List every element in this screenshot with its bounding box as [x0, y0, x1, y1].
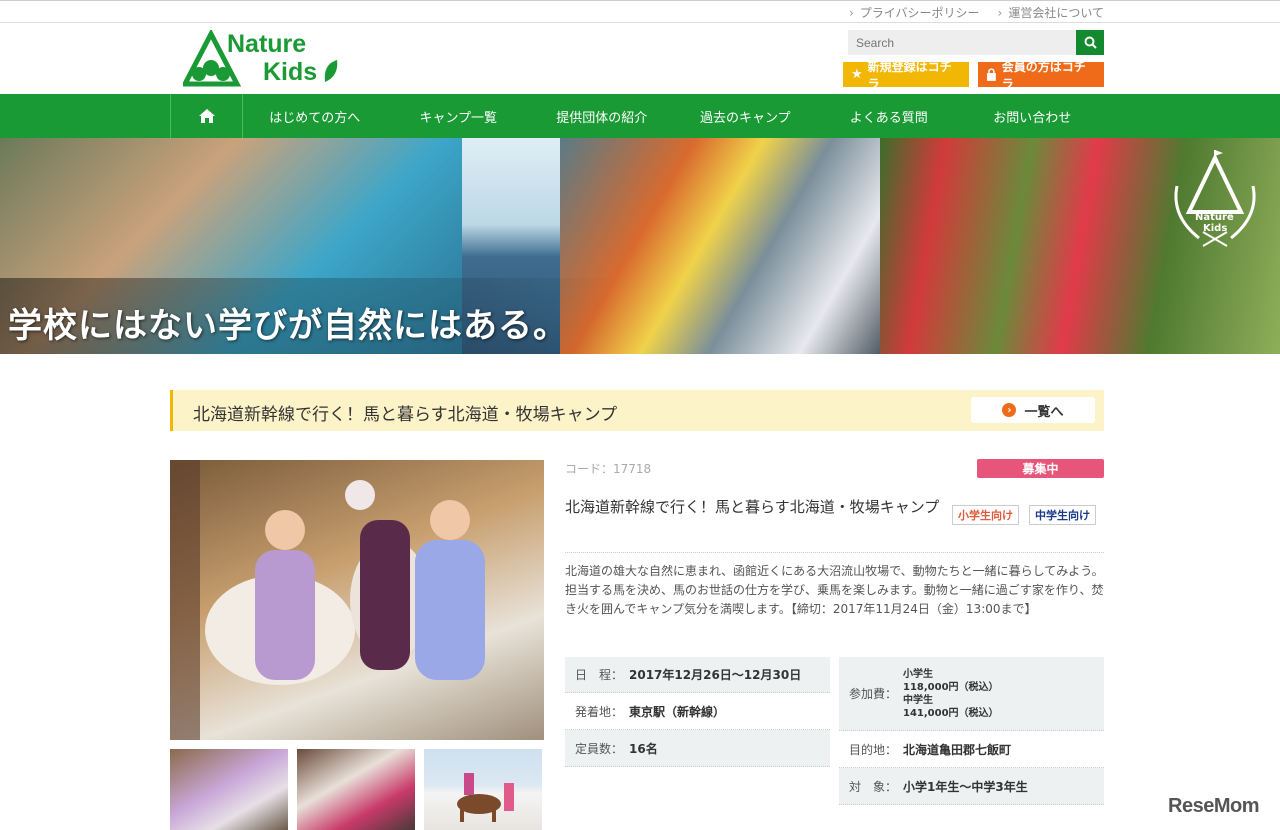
info-key: 日 程：: [575, 668, 624, 682]
company-info-link[interactable]: 運営会社について: [998, 4, 1104, 21]
back-to-list-button[interactable]: › 一覧へ: [971, 397, 1095, 423]
hero-banner: 学校にはない学びが自然にはある。 Nature Kids: [0, 138, 1280, 354]
utility-bar: プライバシーポリシー 運営会社について: [0, 0, 1280, 23]
logo-text-nature: Nature: [227, 30, 307, 58]
info-table-right: 参加費： 小学生 118,000円（税込） 中学生 141,000円（税込） 目…: [839, 657, 1104, 805]
info-value: 16名: [629, 741, 658, 756]
emblem-text-kids: Kids: [1203, 223, 1228, 234]
chevron-right-icon: ›: [1002, 403, 1017, 417]
header-buttons: ★ 新規登録はコチラ 会員の方はコチラ: [843, 60, 1104, 91]
divider: [565, 552, 1104, 553]
fee-elementary: 118,000円（税込）: [903, 681, 999, 693]
nav-camp-list[interactable]: キャンプ一覧: [387, 94, 531, 138]
fee-junior-high: 141,000円（税込）: [903, 707, 999, 719]
lock-icon: [986, 68, 996, 81]
home-icon: [198, 109, 215, 123]
register-button[interactable]: ★ 新規登録はコチラ: [843, 60, 969, 91]
nature-kids-emblem: Nature Kids: [1163, 146, 1267, 250]
camp-title-heading: 北海道新幹線で行く！馬と暮らす北海道・牧場キャンプ: [193, 405, 618, 425]
resemom-watermark: ReseMom: [1168, 795, 1259, 817]
camp-description: 北海道の雄大な自然に恵まれ、函館近くにある大沼流山牧場で、動物たちと一緒に暮らし…: [565, 564, 1104, 616]
member-login-label: 会員の方はコチラ: [1001, 59, 1086, 91]
info-key: 目的地：: [849, 742, 898, 757]
info-value: 東京駅（新幹線）: [629, 704, 726, 719]
info-key: 定員数：: [575, 741, 624, 756]
nav-providers[interactable]: 提供団体の紹介: [530, 94, 674, 138]
search-box: [848, 30, 1104, 55]
fee-label-junior-high: 中学生: [903, 694, 933, 706]
info-value: 小学1年生〜中学3年生: [903, 779, 1028, 794]
fee-label-elementary: 小学生: [903, 668, 933, 680]
camp-title-bar: 北海道新幹線で行く！馬と暮らす北海道・牧場キャンプ › 一覧へ: [170, 390, 1104, 431]
privacy-policy-link[interactable]: プライバシーポリシー: [849, 4, 980, 21]
info-table-left: 日 程： 2017年12月26日〜12月30日 発着地： 東京駅（新幹線） 定員…: [565, 657, 830, 767]
status-badge: 募集中: [977, 459, 1104, 478]
member-login-button[interactable]: 会員の方はコチラ: [978, 60, 1104, 91]
utility-links: プライバシーポリシー 運営会社について: [849, 4, 1104, 21]
search-input[interactable]: [848, 30, 1076, 55]
nav-beginners[interactable]: はじめての方へ: [243, 94, 387, 138]
camp-code: コード：17718: [565, 462, 652, 476]
info-value: 北海道亀田郡七飯町: [903, 742, 1012, 757]
nav-faq[interactable]: よくある質問: [817, 94, 961, 138]
thumbnail-photo-2[interactable]: [297, 749, 415, 830]
tag-elementary: 小学生向け: [952, 505, 1019, 525]
info-key: 参加費：: [849, 687, 898, 701]
info-row-schedule: 日 程： 2017年12月26日〜12月30日: [565, 657, 830, 693]
emblem-text-nature: Nature: [1195, 212, 1234, 223]
info-row-capacity: 定員数： 16名: [565, 730, 830, 767]
nav-past-camps[interactable]: 過去のキャンプ: [674, 94, 818, 138]
info-value: 2017年12月26日〜12月30日: [629, 668, 802, 682]
main-camp-photo[interactable]: [170, 460, 544, 740]
main-nav: はじめての方へ キャンプ一覧 提供団体の紹介 過去のキャンプ よくある質問 お問…: [0, 94, 1280, 138]
back-to-list-label: 一覧へ: [1024, 404, 1064, 420]
hero-slogan: 学校にはない学びが自然にはある。: [8, 306, 568, 346]
star-icon: ★: [851, 67, 863, 82]
camp-title: 北海道新幹線で行く！馬と暮らす北海道・牧場キャンプ: [565, 498, 940, 516]
thumbnail-photo-3[interactable]: [424, 749, 542, 830]
logo-text-kids: Kids: [263, 58, 318, 86]
tag-junior-high: 中学生向け: [1029, 505, 1096, 525]
register-label: 新規登録はコチラ: [867, 59, 952, 91]
search-icon: [1084, 36, 1097, 49]
info-row-target: 対 象： 小学1年生〜中学3年生: [839, 768, 1104, 805]
info-value: 小学生 118,000円（税込） 中学生 141,000円（税込）: [903, 668, 1104, 720]
info-row-fee: 参加費： 小学生 118,000円（税込） 中学生 141,000円（税込）: [839, 657, 1104, 731]
site-logo[interactable]: Nature Kids: [183, 30, 343, 88]
thumbnail-photo-1[interactable]: [170, 749, 288, 830]
info-row-departure: 発着地： 東京駅（新幹線）: [565, 693, 830, 730]
info-row-destination: 目的地： 北海道亀田郡七飯町: [839, 731, 1104, 768]
info-key: 発着地：: [575, 704, 624, 719]
nav-home[interactable]: [170, 94, 243, 138]
nav-contact[interactable]: お問い合わせ: [961, 94, 1105, 138]
info-key: 対 象：: [849, 779, 898, 794]
search-button[interactable]: [1076, 30, 1104, 55]
